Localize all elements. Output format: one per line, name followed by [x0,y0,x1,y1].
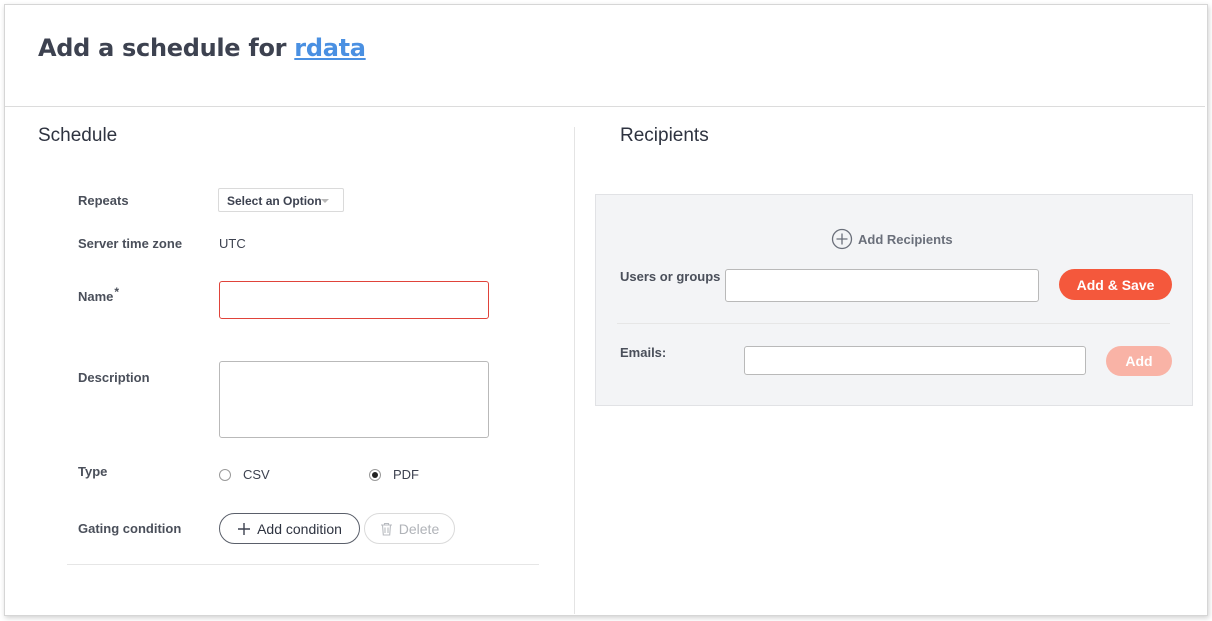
add-condition-label: Add condition [257,520,342,537]
type-pdf-radio[interactable] [369,469,381,481]
column-divider [574,127,575,614]
required-asterisk: * [114,285,120,299]
chevron-down-icon [321,199,329,203]
resource-link[interactable]: rdata [294,34,366,62]
timezone-label: Server time zone [78,236,183,251]
add-save-button[interactable]: Add & Save [1059,269,1172,300]
type-csv-label[interactable]: CSV [243,467,270,482]
description-label: Description [78,370,150,385]
name-input[interactable] [219,281,489,319]
type-pdf-label[interactable]: PDF [393,467,419,482]
add-email-button[interactable]: Add [1106,346,1172,376]
trash-icon [380,522,392,536]
plus-circle-icon [831,228,853,250]
recipients-section-title: Recipients [620,125,709,146]
repeats-selected-value: Select an Option [227,194,322,208]
delete-condition-button[interactable]: Delete [364,513,455,544]
timezone-value: UTC [219,236,246,251]
users-groups-label: Users or groups [620,269,721,284]
header-divider [5,106,1205,107]
recipients-divider [617,323,1170,324]
type-label: Type [78,464,108,479]
add-recipients-link[interactable]: Add Recipients [831,228,953,250]
name-label: Name* [78,285,119,304]
delete-label: Delete [398,520,440,537]
add-recipients-label: Add Recipients [858,231,953,247]
type-csv-radio[interactable] [219,469,231,481]
name-label-text: Name [78,289,114,304]
users-groups-input[interactable] [725,269,1039,302]
add-condition-button[interactable]: Add condition [219,513,360,544]
emails-label: Emails: [620,345,667,360]
gating-condition-label: Gating condition [78,521,182,536]
plus-icon [238,522,251,535]
repeats-label: Repeats [78,193,129,208]
repeats-select[interactable]: Select an Option [218,188,344,212]
schedule-section-title: Schedule [38,125,118,146]
page-title-prefix: Add a schedule for [38,34,287,62]
schedule-bottom-divider [67,564,539,565]
description-textarea[interactable] [219,361,489,438]
emails-input[interactable] [744,346,1086,375]
page-title: Add a schedule for rdata [38,34,366,62]
